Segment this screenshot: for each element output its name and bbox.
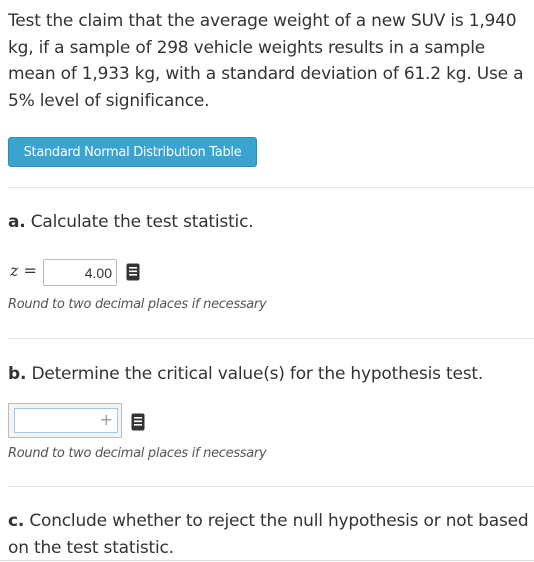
part-b-hint: Round to two decimal places if necessary [8,446,267,461]
divider [8,187,534,188]
part-b-text: Determine the critical value(s) for the … [26,364,484,384]
plus-icon[interactable]: + [100,410,113,429]
part-b-letter: b. [8,364,27,384]
part-a-hint: Round to two decimal places if necessary [8,297,267,312]
critical-values-input-group: + [8,403,122,438]
book-icon[interactable] [131,413,145,431]
book-icon[interactable] [126,263,140,281]
part-a-question: a. Calculate the test statistic. [8,209,530,236]
part-b-question: b. Determine the critical value(s) for t… [8,361,530,388]
divider [8,486,534,487]
part-c-question: c. Conclude whether to reject the null h… [8,508,530,562]
z-label: z = [10,261,37,280]
part-c-text: Conclude whether to reject the null hypo… [8,511,529,558]
part-a-letter: a. [8,212,26,232]
divider [8,338,534,339]
test-statistic-input[interactable] [43,259,117,286]
part-c-letter: c. [8,511,25,531]
standard-normal-table-button[interactable]: Standard Normal Distribution Table [8,137,257,167]
part-a-text: Calculate the test statistic. [25,212,254,232]
problem-statement: Test the claim that the average weight o… [8,11,524,111]
critical-value-input[interactable]: + [14,408,118,433]
